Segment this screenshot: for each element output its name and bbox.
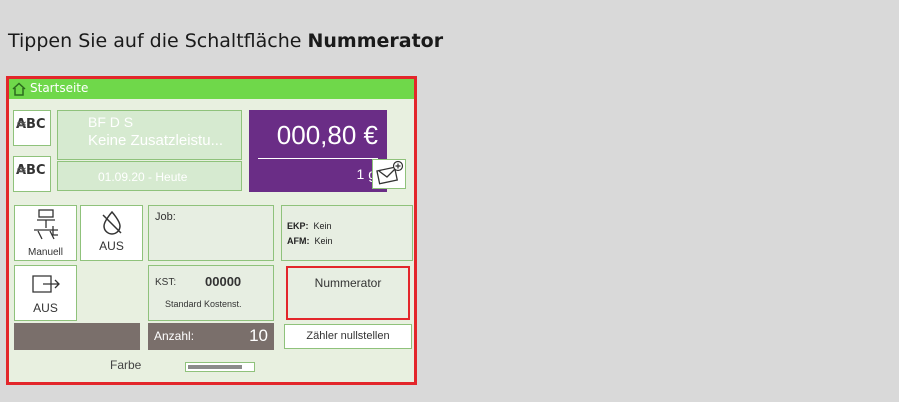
topbar-title[interactable]: Startseite (30, 81, 88, 95)
job-button[interactable]: Job: (148, 205, 274, 261)
ink-mode-label: AUS (99, 239, 124, 253)
home-icon[interactable] (12, 82, 26, 96)
job-label: Job: (155, 211, 176, 223)
kst-name: Standard Kostenst. (165, 299, 242, 309)
top-bar: Startseite (9, 79, 414, 99)
counter-display: Anzahl: 10 (148, 323, 274, 350)
ink-drop-off-icon (102, 210, 122, 235)
product-line2: Keine Zusatzleistu... (88, 132, 224, 149)
instruction-text: Tippen Sie auf die Schaltfläche Nummerat… (8, 30, 443, 52)
envelope-plus-icon (376, 160, 404, 185)
ekp-afm-button[interactable]: EKP: Kein AFM: Kein (281, 205, 413, 261)
reset-label: Zähler nullstellen (306, 330, 390, 342)
afm-row: AFM: Kein (287, 236, 333, 246)
nummerator-label: Nummerator (314, 276, 382, 290)
price-amount: 000,80 € (276, 120, 378, 150)
product-selector[interactable]: BF D S Keine Zusatzleistu... (57, 110, 242, 160)
envelope-plus-button[interactable] (372, 159, 406, 189)
nummerator-button[interactable]: Nummerator (286, 266, 410, 320)
cost-center-button[interactable]: KST: 00000 Standard Kostenst. (148, 265, 274, 321)
feed-label: AUS (33, 301, 58, 315)
date-selector[interactable]: 01.09.20 - Heute (57, 161, 242, 191)
instruction-target: Nummerator (307, 30, 444, 52)
ink-level-bar[interactable] (185, 362, 255, 372)
product-line1: BF D S (88, 114, 134, 130)
scale-icon (34, 209, 58, 240)
ink-mode-button[interactable]: AUS (80, 205, 143, 261)
kst-key: KST: (155, 277, 177, 288)
price-divider (258, 158, 378, 159)
manual-label: Manuell (27, 247, 64, 258)
kst-value: 00000 (205, 274, 242, 289)
date-text: 01.09.20 - Heute (98, 170, 188, 184)
anzahl-label: Anzahl: (154, 329, 195, 343)
wave-icon: ≈ (16, 163, 27, 178)
reset-counter-button[interactable]: Zähler nullstellen (284, 324, 412, 349)
wave-icon: ≈ (16, 117, 27, 132)
feed-icon (32, 275, 60, 293)
text-settings-button-1[interactable]: ABC ≈ (13, 110, 51, 146)
ekp-row: EKP: Kein (287, 221, 332, 231)
ekp-key: EKP: (287, 221, 309, 231)
ekp-value: Kein (313, 221, 332, 231)
postage-display[interactable]: 000,80 € 1 g (249, 110, 387, 192)
farbe-label: Farbe (110, 358, 142, 372)
ink-level-fill (188, 365, 243, 369)
device-screen: Startseite ABC ≈ ABC ≈ BF D S Keine Zusa… (6, 76, 417, 385)
blank-status-bar (14, 323, 140, 350)
afm-key: AFM: (287, 236, 310, 246)
anzahl-value: 10 (249, 326, 268, 345)
feed-button[interactable]: AUS (14, 265, 77, 321)
text-settings-button-2[interactable]: ABC ≈ (13, 156, 51, 192)
afm-value: Kein (314, 236, 333, 246)
manual-weight-button[interactable]: Manuell (14, 205, 77, 261)
instruction-prefix: Tippen Sie auf die Schaltfläche (8, 30, 308, 52)
